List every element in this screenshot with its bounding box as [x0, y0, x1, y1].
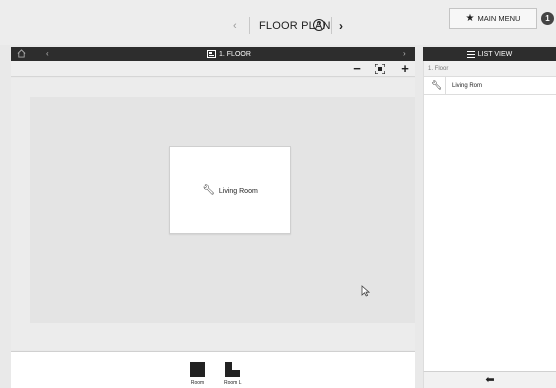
zoom-in-button[interactable]: +	[395, 61, 415, 77]
prev-floor-button[interactable]: ‹	[46, 49, 49, 58]
list-view-header[interactable]: LIST VIEW	[423, 47, 556, 61]
cursor-icon	[361, 285, 370, 297]
room-label-row: 🔧︎ Living Room	[170, 185, 290, 196]
zoom-out-button[interactable]: −	[347, 61, 367, 77]
floor-icon	[207, 50, 216, 58]
room-name: Living Room	[218, 187, 258, 195]
main-menu-button[interactable]: ★ MAIN MENU	[449, 8, 537, 29]
main-menu-label: MAIN MENU	[477, 14, 521, 23]
home-icon[interactable]	[17, 49, 26, 58]
list-panel: 1. Floor 🔧︎ Living Rom	[423, 61, 556, 371]
panel-gap	[415, 45, 423, 388]
zoom-fit-icon[interactable]	[375, 64, 385, 74]
divider	[445, 77, 446, 95]
notification-badge[interactable]: 1	[541, 12, 554, 25]
list-item[interactable]: 🔧︎ Living Rom	[424, 77, 556, 95]
back-arrow-icon: ⬅	[485, 374, 495, 386]
top-bar: ‹ FLOOR PLAN ? › ★ MAIN MENU 1	[0, 0, 556, 45]
palette-item-label: Room	[190, 380, 205, 386]
palette-item-label: Room L	[224, 380, 242, 386]
zoom-toolbar: − +	[11, 61, 415, 77]
room-palette: Room Room L	[11, 351, 415, 388]
list-item-label: Living Rom	[452, 83, 483, 89]
floor-selector[interactable]: 1. FLOOR	[207, 50, 251, 58]
floor-label: 1. FLOOR	[219, 50, 251, 58]
star-icon: ★	[465, 13, 475, 24]
next-page-button[interactable]: ›	[339, 19, 343, 33]
divider	[331, 17, 332, 34]
list-icon	[466, 50, 475, 58]
wrench-icon: 🔧︎	[431, 80, 443, 90]
palette-item-room[interactable]: Room	[190, 362, 205, 386]
list-floor-heading: 1. Floor	[424, 61, 556, 77]
room-shape-icon	[190, 362, 205, 377]
wrench-icon: 🔧︎	[202, 185, 215, 196]
prev-page-button[interactable]: ‹	[233, 20, 237, 32]
back-button[interactable]: ⬅	[423, 371, 556, 388]
palette-item-room-l[interactable]: Room L	[224, 362, 242, 386]
list-view-title: LIST VIEW	[477, 50, 513, 58]
help-icon[interactable]: ?	[313, 19, 325, 31]
divider	[249, 17, 250, 34]
floor-bar: ‹ 1. FLOOR ›	[11, 47, 415, 61]
room-l-shape-icon	[225, 362, 241, 377]
room-tile[interactable]: 🔧︎ Living Room	[169, 146, 291, 234]
next-floor-button[interactable]: ›	[403, 49, 406, 58]
